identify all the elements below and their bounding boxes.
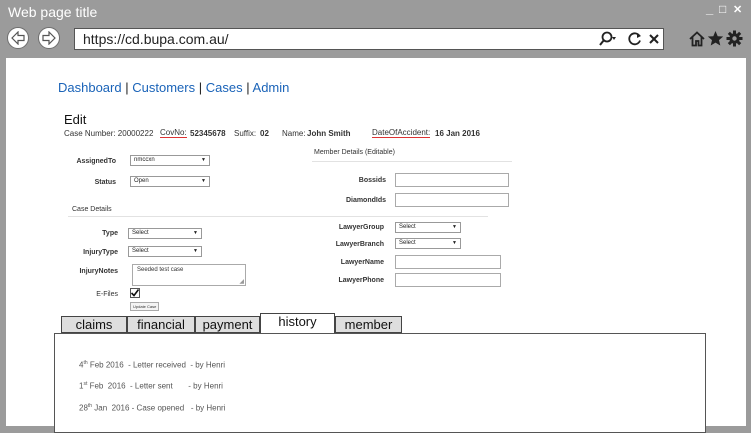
tab-history[interactable]: history <box>260 313 335 333</box>
lawyer-branch-value: Select <box>399 240 416 246</box>
history-panel: 4th Feb 2016 - Letter received - by Henr… <box>54 333 706 433</box>
bossids-input[interactable] <box>395 173 509 187</box>
lawyer-group-select[interactable]: Select ▼ <box>395 222 461 233</box>
type-value: Select <box>132 230 149 236</box>
diamondids-input[interactable] <box>395 193 509 207</box>
history-text: Jan 2016 - Case opened - by Henri <box>92 403 226 413</box>
back-button[interactable] <box>7 27 29 49</box>
refresh-icon[interactable] <box>627 31 643 52</box>
status-select[interactable]: Open ▼ <box>130 176 210 187</box>
page-title: Edit <box>64 112 87 127</box>
update-case-button[interactable]: Update Case <box>130 302 160 311</box>
back-arrow-icon <box>11 31 25 45</box>
case-details-header: Case Details <box>72 206 112 213</box>
suffix-label: Suffix: <box>234 129 257 138</box>
nav-cases[interactable]: Cases <box>206 80 243 95</box>
divider <box>312 161 512 162</box>
bossids-label: Bossids <box>358 177 386 184</box>
resize-handle-icon[interactable]: ◢ <box>239 279 244 285</box>
maximize-button[interactable]: □ <box>719 2 726 16</box>
name-value: John Smith <box>307 129 351 138</box>
diamondids-label: DiamondIds <box>345 197 386 204</box>
injury-notes-textarea[interactable]: Seeded test case ◢ <box>132 264 246 286</box>
injury-type-label: InjuryType <box>83 249 118 256</box>
divider <box>68 216 488 217</box>
type-label: Type <box>102 230 118 237</box>
checkmark-icon <box>130 289 140 297</box>
cov-value: 52345678 <box>190 129 226 138</box>
close-window-button[interactable]: ✕ <box>733 3 742 16</box>
nav-dashboard[interactable]: Dashboard <box>58 80 122 95</box>
lawyer-name-input[interactable] <box>395 255 501 269</box>
search-icon[interactable] <box>598 31 616 52</box>
lawyer-group-value: Select <box>399 224 416 230</box>
lawyer-phone-input[interactable] <box>395 273 501 287</box>
history-entry: 4th Feb 2016 - Letter received - by Henr… <box>79 360 225 370</box>
nav-separator: | <box>246 80 250 95</box>
type-select[interactable]: Select ▼ <box>128 228 202 239</box>
case-number: Case Number: 20000222 <box>64 129 154 138</box>
tab-payment[interactable]: payment <box>195 316 260 333</box>
star-icon[interactable] <box>707 30 724 52</box>
dropdown-arrow-icon: ▼ <box>193 248 198 254</box>
member-details-header: Member Details (Editable) <box>314 149 395 156</box>
dropdown-arrow-icon: ▼ <box>201 178 206 184</box>
nav-customers[interactable]: Customers <box>132 80 195 95</box>
efiles-label: E-Files <box>96 291 118 298</box>
forward-arrow-icon <box>42 31 56 45</box>
history-entry: 28th Jan 2016 - Case opened - by Henri <box>79 403 226 413</box>
lawyer-phone-label: LawyerPhone <box>338 277 384 284</box>
status-value: Open <box>134 178 149 184</box>
history-day: 28 <box>79 403 88 413</box>
assigned-to-select[interactable]: nmccxn ▼ <box>130 155 210 166</box>
lawyer-name-label: LawyerName <box>340 259 384 266</box>
lawyer-group-label: LawyerGroup <box>338 224 384 231</box>
minimize-button[interactable]: _ <box>706 1 713 16</box>
close-icon[interactable] <box>647 32 661 51</box>
tab-member[interactable]: member <box>335 316 402 333</box>
history-text: Feb 2016 - Letter sent - by Henri <box>87 381 223 391</box>
dropdown-arrow-icon: ▼ <box>193 230 198 236</box>
date-of-accident-value: 16 Jan 2016 <box>435 129 480 138</box>
url-text: https://cd.bupa.com.au/ <box>83 31 229 47</box>
lawyer-branch-label: LawyerBranch <box>335 241 384 248</box>
efiles-checkbox[interactable] <box>130 288 140 298</box>
status-label: Status <box>94 179 116 186</box>
assigned-to-value: nmccxn <box>134 157 155 163</box>
injury-type-value: Select <box>132 248 149 254</box>
injury-notes-label: InjuryNotes <box>79 268 118 275</box>
name-label: Name: <box>282 129 306 138</box>
forward-button[interactable] <box>38 27 60 49</box>
injury-notes-value: Seeded test case <box>137 267 184 273</box>
date-of-accident-label: DateOfAccident: <box>372 128 431 138</box>
lawyer-branch-select[interactable]: Select ▼ <box>395 238 461 249</box>
page-content: Dashboard | Customers | Cases | Admin Ed… <box>6 58 746 433</box>
window-title: Web page title <box>8 4 98 20</box>
nav-admin[interactable]: Admin <box>253 80 290 95</box>
cov-label: CovNo: <box>160 128 187 138</box>
top-navigation: Dashboard | Customers | Cases | Admin <box>58 80 289 95</box>
gear-icon[interactable] <box>726 30 743 52</box>
dropdown-arrow-icon: ▼ <box>201 157 206 163</box>
dropdown-arrow-icon: ▼ <box>452 224 457 230</box>
tab-financial[interactable]: financial <box>127 316 195 333</box>
assigned-to-label: AssignedTo <box>76 158 116 165</box>
injury-type-select[interactable]: Select ▼ <box>128 246 202 257</box>
suffix-value: 02 <box>260 129 269 138</box>
nav-separator: | <box>125 80 129 95</box>
nav-separator: | <box>198 80 203 95</box>
history-entry: 1st Feb 2016 - Letter sent - by Henri <box>79 381 223 391</box>
dropdown-arrow-icon: ▼ <box>452 240 457 246</box>
tab-claims[interactable]: claims <box>61 316 127 333</box>
history-text: Feb 2016 - Letter received - by Henri <box>87 360 226 370</box>
address-bar[interactable]: https://cd.bupa.com.au/ <box>74 28 664 50</box>
home-icon[interactable] <box>689 31 705 52</box>
window-titlebar <box>0 0 751 24</box>
